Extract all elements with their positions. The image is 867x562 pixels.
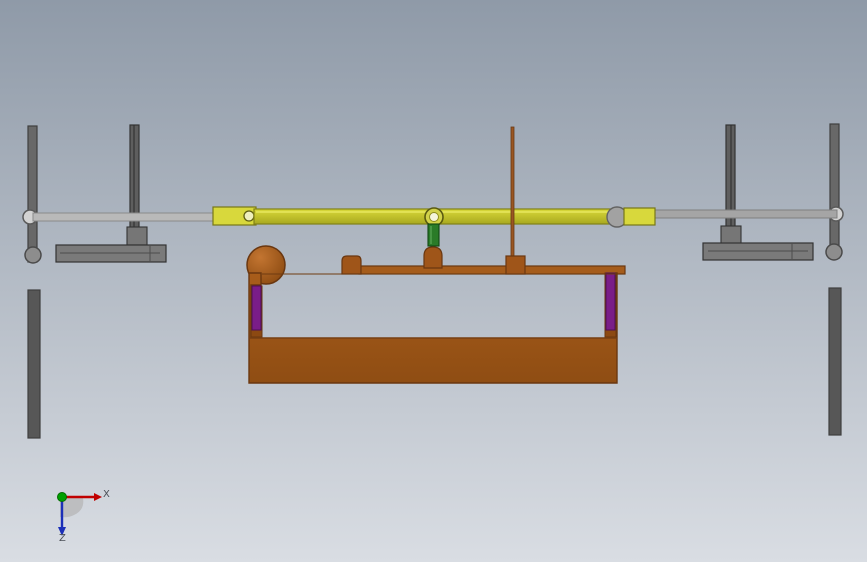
left-outer-upright bbox=[27, 125, 38, 263]
left-purple-guide bbox=[251, 285, 262, 331]
right-long-link bbox=[653, 209, 838, 219]
right-mount-block bbox=[720, 225, 742, 245]
cad-viewport[interactable]: X Z bbox=[0, 0, 867, 562]
right-outer-upright bbox=[829, 123, 840, 259]
center-link-assembly bbox=[427, 126, 515, 261]
right-copper-post bbox=[505, 255, 526, 275]
x-axis-label: X bbox=[103, 489, 110, 500]
x-axis-arrow bbox=[94, 493, 102, 501]
left-long-link bbox=[32, 212, 214, 222]
vertical-indicator-rod bbox=[510, 126, 515, 261]
yellow-rod-left-eye bbox=[243, 210, 255, 222]
copper-main-block bbox=[248, 272, 618, 384]
top-copper-rail bbox=[358, 265, 626, 275]
center-copper-post bbox=[423, 246, 443, 269]
assembly-scene bbox=[22, 123, 844, 439]
left-mount-block bbox=[126, 226, 148, 246]
right-outer-lower-post bbox=[828, 287, 842, 436]
right-frame-assembly bbox=[653, 123, 844, 436]
right-purple-guide bbox=[605, 272, 616, 331]
yellow-rod-center-joint-inner bbox=[429, 212, 439, 222]
orientation-triad: X Z bbox=[57, 489, 110, 544]
right-lower-pivot bbox=[825, 243, 843, 261]
y-axis-dot bbox=[57, 492, 67, 502]
left-copper-stop bbox=[341, 255, 362, 275]
z-axis-label: Z bbox=[59, 533, 66, 544]
left-outer-lower-post bbox=[27, 289, 41, 439]
green-center-link bbox=[427, 223, 440, 247]
copper-main-body bbox=[246, 245, 626, 384]
yellow-rod-right-end bbox=[623, 207, 656, 226]
left-lower-pivot bbox=[24, 246, 42, 264]
left-frame-assembly bbox=[22, 124, 214, 439]
